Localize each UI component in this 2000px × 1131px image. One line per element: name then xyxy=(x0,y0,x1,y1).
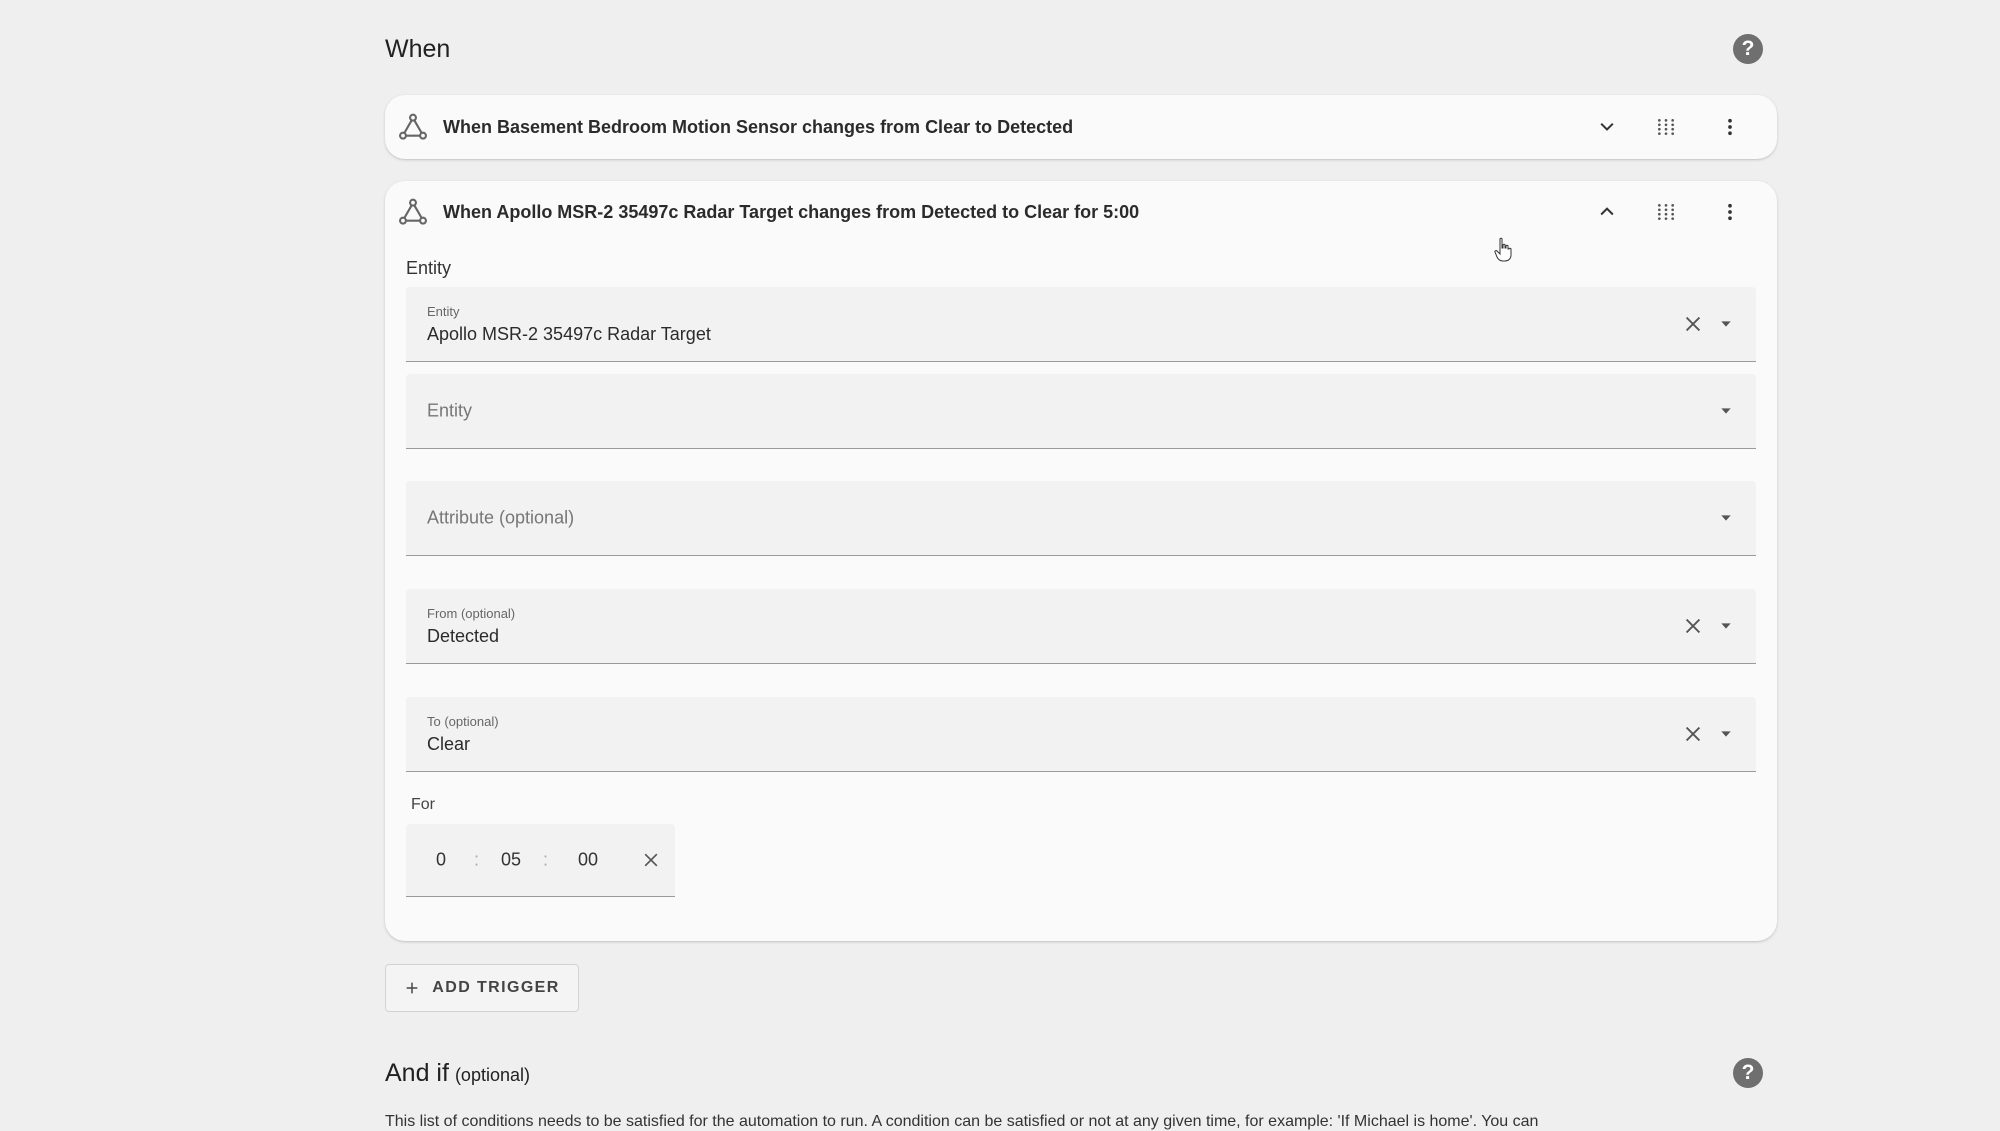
and-if-section-title: And if (optional) xyxy=(385,1059,530,1088)
trigger-card-2-header[interactable]: When Apollo MSR-2 35497c Radar Target ch… xyxy=(385,181,1777,243)
from-field-value: Detected xyxy=(427,626,500,646)
close-icon[interactable] xyxy=(1682,313,1704,335)
trigger-card-2: When Apollo MSR-2 35497c Radar Target ch… xyxy=(385,181,1777,941)
trigger-card-2-body: Entity Entity Apollo MSR-2 35497c Radar … xyxy=(385,243,1777,918)
trigger-card-1-header[interactable]: When Basement Bedroom Motion Sensor chan… xyxy=(385,95,1777,159)
menu-down-icon[interactable] xyxy=(1718,316,1734,332)
menu-down-icon[interactable] xyxy=(1718,403,1734,419)
attribute-placeholder: Attribute (optional) xyxy=(427,507,575,528)
help-icon[interactable]: ? xyxy=(1733,34,1763,64)
add-trigger-label: ADD TRIGGER xyxy=(432,979,560,996)
from-select[interactable]: From (optional) Detected xyxy=(406,589,1756,664)
attribute-select[interactable]: Attribute (optional) xyxy=(406,481,1756,556)
for-label: For xyxy=(411,796,435,813)
entity-add-select[interactable]: Entity xyxy=(406,374,1756,449)
duration-separator: : xyxy=(474,849,480,870)
entity-field-label: Entity xyxy=(427,304,460,319)
trigger-card-1: When Basement Bedroom Motion Sensor chan… xyxy=(385,95,1777,159)
plus-icon xyxy=(406,982,418,994)
duration-seconds[interactable]: 00 xyxy=(578,850,598,871)
trigger-title: When Apollo MSR-2 35497c Radar Target ch… xyxy=(443,201,1140,222)
and-if-section-header: And if (optional) ? xyxy=(385,1058,1763,1088)
state-trigger-icon xyxy=(398,113,427,140)
chevron-down-icon[interactable] xyxy=(1589,109,1625,145)
drag-handle-icon[interactable] xyxy=(1648,109,1684,145)
duration-input[interactable]: 0 : 05 : 00 xyxy=(406,824,675,897)
from-field-label: From (optional) xyxy=(427,606,516,621)
dots-vertical-icon[interactable] xyxy=(1712,109,1748,145)
close-icon[interactable] xyxy=(1682,615,1704,637)
duration-minutes[interactable]: 05 xyxy=(501,850,521,871)
entity-select[interactable]: Entity Apollo MSR-2 35497c Radar Target xyxy=(406,287,1756,362)
trigger-title: When Basement Bedroom Motion Sensor chan… xyxy=(443,116,1074,137)
menu-down-icon[interactable] xyxy=(1718,510,1734,526)
hand-cursor-icon xyxy=(1494,237,1512,262)
to-field-label: To (optional) xyxy=(427,714,499,729)
menu-down-icon[interactable] xyxy=(1718,618,1734,634)
add-trigger-button[interactable]: ADD TRIGGER xyxy=(385,964,579,1012)
to-field-value: Clear xyxy=(427,734,471,754)
state-trigger-icon xyxy=(398,198,427,225)
to-select[interactable]: To (optional) Clear xyxy=(406,697,1756,772)
duration-hours[interactable]: 0 xyxy=(436,850,446,871)
and-if-title: And if xyxy=(385,1058,449,1087)
close-icon[interactable] xyxy=(1682,723,1704,745)
when-section-header: When ? xyxy=(385,34,1763,64)
entity-field-value: Apollo MSR-2 35497c Radar Target xyxy=(427,324,711,344)
dots-vertical-icon[interactable] xyxy=(1712,194,1748,230)
entity-add-placeholder: Entity xyxy=(427,400,473,421)
entity-section-label: Entity xyxy=(406,258,452,278)
close-icon[interactable] xyxy=(641,850,661,870)
duration-separator: : xyxy=(543,849,549,870)
and-if-description: This list of conditions needs to be sati… xyxy=(385,1113,1539,1130)
drag-handle-icon[interactable] xyxy=(1648,194,1684,230)
and-if-optional-label: (optional) xyxy=(454,1064,530,1085)
when-section-title: When xyxy=(385,34,451,63)
chevron-up-icon[interactable] xyxy=(1589,194,1625,230)
help-icon[interactable]: ? xyxy=(1733,1058,1763,1088)
menu-down-icon[interactable] xyxy=(1718,726,1734,742)
